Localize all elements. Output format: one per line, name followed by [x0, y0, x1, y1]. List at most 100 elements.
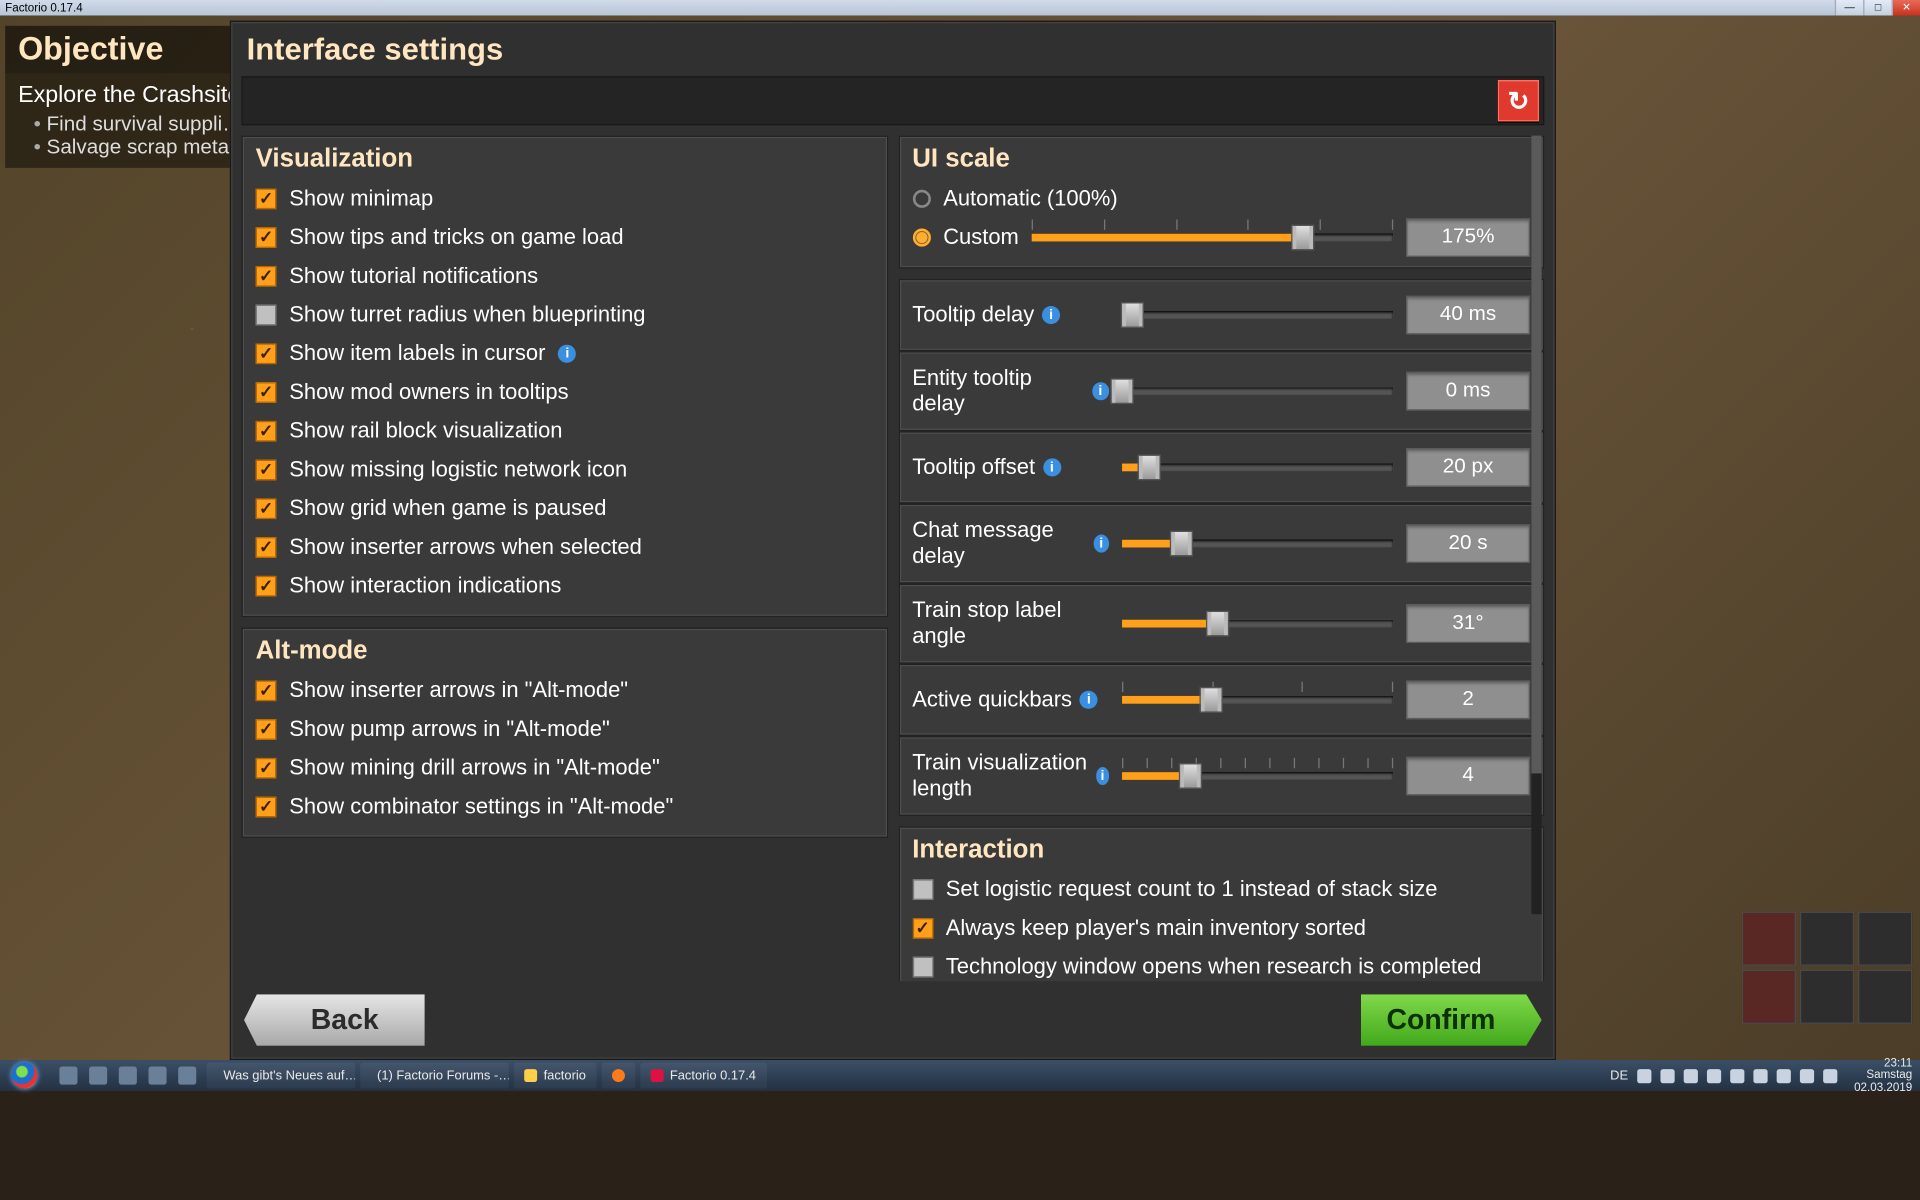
info-icon[interactable]: i — [1092, 382, 1109, 400]
tray-icon[interactable] — [1660, 1068, 1674, 1082]
pinned-app-icon[interactable] — [59, 1067, 77, 1085]
objective-subheading: Explore the Crashsite — [5, 74, 263, 111]
visualization-checkbox[interactable] — [256, 460, 277, 481]
quickbar-slot[interactable] — [1858, 970, 1912, 1024]
interaction-row: Set logistic request count to 1 instead … — [912, 870, 1530, 909]
quickbar-slot[interactable] — [1858, 912, 1912, 966]
slider-panel: Tooltip offseti20 px — [898, 431, 1544, 503]
value-slider[interactable] — [1122, 684, 1393, 715]
altmode-heading: Alt-mode — [256, 637, 874, 667]
taskbar[interactable]: Was gibt's Neues auf…(1) Factorio Forums… — [0, 1060, 1920, 1091]
visualization-row: Show tutorial notifications — [256, 257, 874, 296]
pinned-app-icon[interactable] — [119, 1067, 137, 1085]
settings-scrollbar[interactable] — [1531, 136, 1541, 915]
pinned-app-icon[interactable] — [89, 1067, 107, 1085]
visualization-checkbox[interactable] — [256, 421, 277, 442]
scrollbar-thumb[interactable] — [1531, 136, 1541, 774]
slider-panel: Train stop label angle 31° — [898, 584, 1544, 664]
interaction-checkbox[interactable] — [912, 957, 933, 978]
interaction-checkbox[interactable] — [912, 879, 933, 900]
quickbar-slot[interactable] — [1800, 970, 1854, 1024]
settings-left-column: Visualization Show minimapShow tips and … — [241, 136, 887, 982]
value-slider[interactable] — [1122, 376, 1393, 407]
window-close-button[interactable]: ✕ — [1892, 0, 1920, 15]
visualization-checkbox[interactable] — [256, 537, 277, 558]
visualization-checkbox[interactable] — [256, 189, 277, 210]
value-slider[interactable] — [1122, 528, 1393, 559]
altmode-label: Show mining drill arrows in "Alt-mode" — [289, 755, 660, 781]
slider-value[interactable]: 20 s — [1406, 524, 1530, 563]
quickbar-slot[interactable] — [1742, 912, 1796, 966]
tray-icon[interactable] — [1684, 1068, 1698, 1082]
language-indicator[interactable]: DE — [1610, 1068, 1628, 1082]
ui-scale-slider[interactable] — [1032, 222, 1393, 253]
altmode-checkbox[interactable] — [256, 680, 277, 701]
taskbar-task[interactable]: Factorio 0.17.4 — [640, 1063, 766, 1089]
ui-scale-custom-radio[interactable] — [912, 229, 930, 247]
tray-icon[interactable] — [1777, 1068, 1791, 1082]
info-icon[interactable]: i — [558, 345, 576, 363]
slider-value[interactable]: 20 px — [1406, 448, 1530, 487]
value-slider[interactable] — [1122, 608, 1393, 639]
taskbar-task[interactable]: Was gibt's Neues auf… — [207, 1063, 355, 1089]
window-minimize-button[interactable]: — — [1835, 0, 1863, 15]
slider-value[interactable]: 4 — [1406, 757, 1530, 796]
visualization-checkbox[interactable] — [256, 266, 277, 287]
ui-scale-auto-label: Automatic (100%) — [943, 186, 1117, 212]
info-icon[interactable]: i — [1080, 691, 1098, 709]
info-icon[interactable]: i — [1042, 306, 1060, 324]
interaction-label: Always keep player's main inventory sort… — [946, 915, 1366, 941]
taskbar-clock[interactable]: 23:11 Samstag 02.03.2019 — [1846, 1057, 1912, 1094]
start-button[interactable] — [0, 1060, 49, 1091]
visualization-label: Show turret radius when blueprinting — [289, 302, 645, 328]
visualization-row: Show mod owners in tooltips — [256, 373, 874, 412]
altmode-checkbox[interactable] — [256, 758, 277, 779]
quickbar-slot[interactable] — [1742, 970, 1796, 1024]
taskbar-task[interactable]: factorio — [514, 1063, 596, 1089]
reset-button[interactable]: ↻ — [1498, 80, 1539, 121]
interaction-checkbox[interactable] — [912, 918, 933, 939]
info-icon[interactable]: i — [1096, 767, 1109, 785]
visualization-checkbox[interactable] — [256, 227, 277, 248]
pinned-app-icon[interactable] — [148, 1067, 166, 1085]
value-slider[interactable] — [1122, 300, 1393, 331]
visualization-label: Show minimap — [289, 186, 433, 212]
slider-value[interactable]: 31° — [1406, 604, 1530, 643]
pinned-app-icon[interactable] — [178, 1067, 196, 1085]
info-icon[interactable]: i — [1093, 535, 1109, 553]
slider-label: Train stop label angle — [912, 598, 1109, 650]
taskbar-task[interactable] — [601, 1063, 635, 1089]
slider-value[interactable]: 2 — [1406, 680, 1530, 719]
tray-icon[interactable] — [1823, 1068, 1837, 1082]
tray-icon[interactable] — [1753, 1068, 1767, 1082]
ui-scale-auto-radio[interactable] — [912, 190, 930, 208]
slider-value[interactable]: 0 ms — [1406, 372, 1530, 411]
tray-icon[interactable] — [1800, 1068, 1814, 1082]
tray-icon[interactable] — [1730, 1068, 1744, 1082]
window-maximize-button[interactable]: □ — [1863, 0, 1891, 15]
visualization-checkbox[interactable] — [256, 343, 277, 364]
visualization-checkbox[interactable] — [256, 305, 277, 326]
quickbar-slot[interactable] — [1800, 912, 1854, 966]
visualization-checkbox[interactable] — [256, 382, 277, 403]
visualization-checkbox[interactable] — [256, 498, 277, 519]
value-slider[interactable] — [1122, 452, 1393, 483]
slider-panel: Tooltip delayi40 ms — [898, 279, 1544, 351]
ui-scale-value[interactable]: 175% — [1406, 218, 1530, 257]
taskbar-task[interactable]: (1) Factorio Forums -… — [360, 1063, 508, 1089]
info-icon[interactable]: i — [1043, 458, 1061, 476]
back-button[interactable]: Back — [244, 994, 425, 1046]
value-slider[interactable] — [1122, 761, 1393, 792]
ui-scale-custom-label: Custom — [943, 225, 1019, 251]
visualization-checkbox[interactable] — [256, 576, 277, 597]
confirm-button[interactable]: Confirm — [1361, 994, 1542, 1046]
tray-icon[interactable] — [1637, 1068, 1651, 1082]
tray-icon[interactable] — [1707, 1068, 1721, 1082]
window-titlebar: Factorio 0.17.4 — □ ✕ — [0, 0, 1920, 15]
interaction-row: Technology window opens when research is… — [912, 948, 1530, 982]
altmode-checkbox[interactable] — [256, 797, 277, 818]
altmode-checkbox[interactable] — [256, 719, 277, 740]
objective-heading: Objective — [5, 26, 263, 74]
slider-value[interactable]: 40 ms — [1406, 296, 1530, 335]
game-viewport: Objective Explore the Crashsite Find sur… — [0, 15, 1920, 1060]
